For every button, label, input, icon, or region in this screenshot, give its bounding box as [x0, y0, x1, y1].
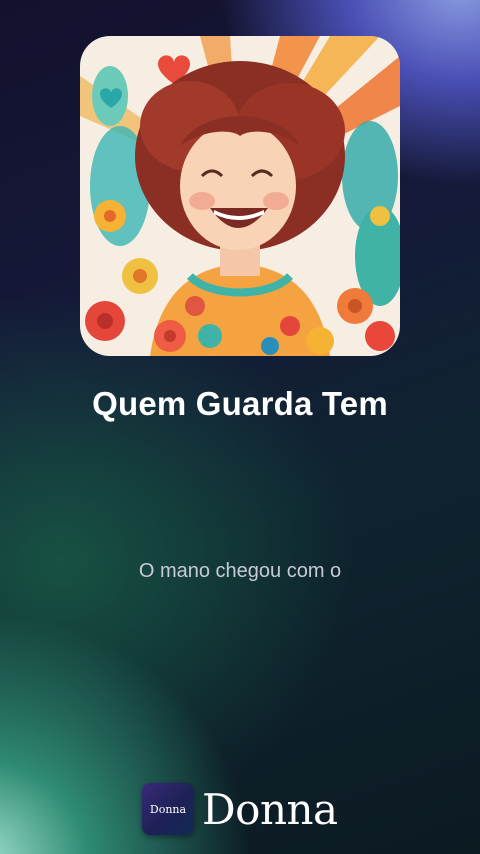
brand-badge-text: Donna [149, 802, 187, 816]
lyric-line: O mano chegou com o [138, 560, 342, 582]
album-art-image [80, 36, 400, 356]
album-art [80, 36, 400, 356]
brand-wordmark: Donna [202, 784, 338, 834]
brand-logo: Donna Donna [142, 783, 338, 835]
brand-badge-icon: Donna [142, 783, 194, 835]
song-title: Quem Guarda Tem [92, 385, 388, 422]
